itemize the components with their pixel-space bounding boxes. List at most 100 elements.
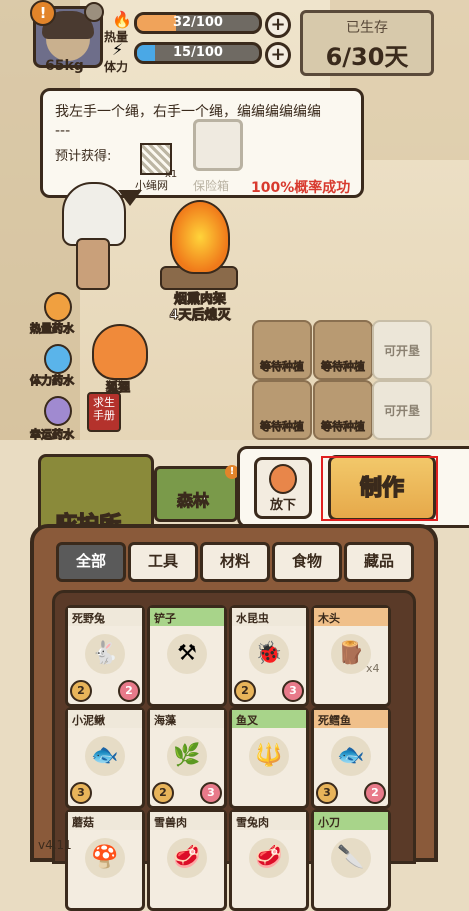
item-weight-badge: 2: [70, 680, 92, 702]
success-rate: 100%概率成功: [251, 180, 351, 196]
stamina-value: 15/100: [173, 45, 223, 60]
item-weight-badge: 2: [234, 680, 256, 702]
farm-plot-locked[interactable]: 可开垦: [372, 380, 432, 440]
item-header: 死野兔: [68, 608, 142, 626]
farm-plot[interactable]: 等待种植: [252, 380, 312, 440]
item-name: 雪兽肉: [154, 816, 187, 829]
farm-plot[interactable]: 等待种植: [252, 320, 312, 380]
item-name: 死鳕鱼: [318, 714, 351, 727]
inventory-item[interactable]: 海藻 🌿 2 3: [147, 707, 227, 809]
player-character[interactable]: [62, 182, 126, 290]
inventory-item[interactable]: 雪兔肉 🥩: [229, 809, 309, 911]
tab-tools[interactable]: 工具: [128, 542, 198, 582]
heat-value: 32/100: [173, 15, 223, 30]
action-panel: 放下 制作: [237, 446, 469, 528]
item-icon: 🥩: [249, 838, 289, 878]
item-glyph: 🥩: [173, 845, 201, 870]
item-header: 鱼叉: [232, 710, 306, 728]
item-header: 木头: [314, 608, 388, 626]
heat-potion-label: 热量药水: [30, 322, 75, 336]
heat-plus-button[interactable]: +: [265, 12, 291, 38]
survival-label: 已生存: [346, 20, 388, 36]
stamina-potion[interactable]: [40, 340, 72, 374]
item-name: 小泥鳅: [72, 714, 105, 727]
item-glyph: 🐞: [255, 641, 283, 666]
item-weight-badge: 3: [316, 782, 338, 804]
item-glyph: 🍄: [91, 845, 119, 870]
survival-days: 6/30天: [325, 43, 409, 71]
lightning-icon: ⚡: [112, 40, 124, 59]
inventory-item[interactable]: 鱼叉 🔱: [229, 707, 309, 809]
stamina-label: 体力: [104, 60, 129, 74]
farm-plot[interactable]: 等待种植: [313, 320, 373, 380]
item-glyph: 🐇: [91, 641, 119, 666]
farm-plot-locked[interactable]: 可开垦: [372, 320, 432, 380]
safe-box-icon: [193, 119, 243, 171]
inventory-item[interactable]: 小泥鳅 🐟 3: [65, 707, 145, 809]
plot-label: 等待种植: [321, 360, 366, 374]
item-header: 蘑菇: [68, 812, 142, 830]
alert-icon[interactable]: !: [30, 0, 56, 26]
item-name: 水昆虫: [236, 612, 269, 625]
item-weight-badge: 3: [70, 782, 92, 804]
potion-bottle-icon: [44, 396, 72, 426]
version-label: v4.11: [38, 838, 72, 852]
heat-bar: 32/100: [134, 12, 262, 34]
plot-label: 等待种植: [321, 420, 366, 434]
flame-icon: [170, 200, 230, 274]
tab-collectibles[interactable]: 藏品: [344, 542, 414, 582]
campfire-status: 烟熏肉架 4天后熄灭: [150, 292, 250, 324]
item-icon: 🍄: [85, 838, 125, 878]
inventory-item[interactable]: 铲子 ⚒: [147, 605, 227, 707]
luck-potion-label: 幸运药水: [30, 428, 75, 442]
item-food-badge: 3: [282, 680, 304, 702]
inventory-grid: 死野兔 🐇 2 2 铲子 ⚒ 水昆虫 🐞 2 3 木头 🪵 x4 小泥鳅 🐟 3 海藻 🌿 2 3 鱼叉 🔱 死鳕鱼 🐟 3 2 蘑…: [52, 590, 416, 911]
item-weight-badge: 2: [152, 782, 174, 804]
flavor-divider: ---: [55, 123, 71, 139]
survival-panel: 已生存 6/30天: [300, 10, 434, 76]
character-hair: [62, 182, 126, 246]
inventory-item[interactable]: 雪兽肉 🥩: [147, 809, 227, 911]
stamina-plus-button[interactable]: +: [265, 42, 291, 68]
forest-area-button[interactable]: 森林 !: [154, 465, 239, 522]
player-weight: 65kg: [45, 58, 84, 74]
item-icon: 🌿: [167, 736, 207, 776]
item-icon: 🐟: [85, 736, 125, 776]
stamina-potion-label: 体力药水: [30, 374, 75, 388]
flame-icon: 🔥: [112, 10, 132, 29]
survival-manual-button[interactable]: 求生手册: [87, 392, 121, 432]
item-name: 木头: [318, 612, 340, 625]
hand-icon: [269, 464, 297, 494]
luck-potion[interactable]: [40, 392, 72, 426]
item-food-badge: 3: [200, 782, 222, 804]
tab-food[interactable]: 食物: [272, 542, 342, 582]
item-name: 蘑菇: [72, 816, 94, 829]
tab-all[interactable]: 全部: [56, 542, 126, 582]
inventory-item[interactable]: 蘑菇 🍄: [65, 809, 145, 911]
fox-companion[interactable]: [92, 324, 148, 380]
tab-materials[interactable]: 材料: [200, 542, 270, 582]
craft-button[interactable]: 制作: [328, 455, 436, 521]
item-name: 死野兔: [72, 612, 105, 625]
craft-flavor-text: 我左手一个绳，右手一个绳，编编编编编编: [55, 104, 321, 120]
inventory-panel: 全部 工具 材料 食物 藏品 死野兔 🐇 2 2 铲子 ⚒ 水昆虫 🐞 2 3 木头 🪵 x4 小泥鳅 🐟 3…: [30, 524, 438, 911]
potion-bottle-icon: [44, 344, 72, 374]
item-icon: 🥩: [167, 838, 207, 878]
heat-potion[interactable]: [40, 288, 72, 322]
inventory-item[interactable]: 小刀 🔪: [311, 809, 391, 911]
put-down-label: 放下: [269, 498, 296, 513]
item-glyph: 🔪: [337, 845, 365, 870]
item-header: 死鳕鱼: [314, 710, 388, 728]
inventory-item[interactable]: 水昆虫 🐞 2 3: [229, 605, 309, 707]
farm-plot[interactable]: 等待种植: [313, 380, 373, 440]
item-glyph: ⚒: [177, 641, 197, 666]
inventory-item[interactable]: 木头 🪵 x4: [311, 605, 391, 707]
inventory-item[interactable]: 死野兔 🐇 2 2: [65, 605, 145, 707]
item-name: 海藻: [154, 714, 176, 727]
inventory-item[interactable]: 死鳕鱼 🐟 3 2: [311, 707, 391, 809]
put-down-button[interactable]: 放下: [254, 457, 312, 519]
plot-label: 可开垦: [383, 404, 420, 418]
plot-label: 等待种植: [260, 420, 305, 434]
campfire[interactable]: [160, 196, 238, 292]
gear-icon[interactable]: [84, 2, 104, 22]
